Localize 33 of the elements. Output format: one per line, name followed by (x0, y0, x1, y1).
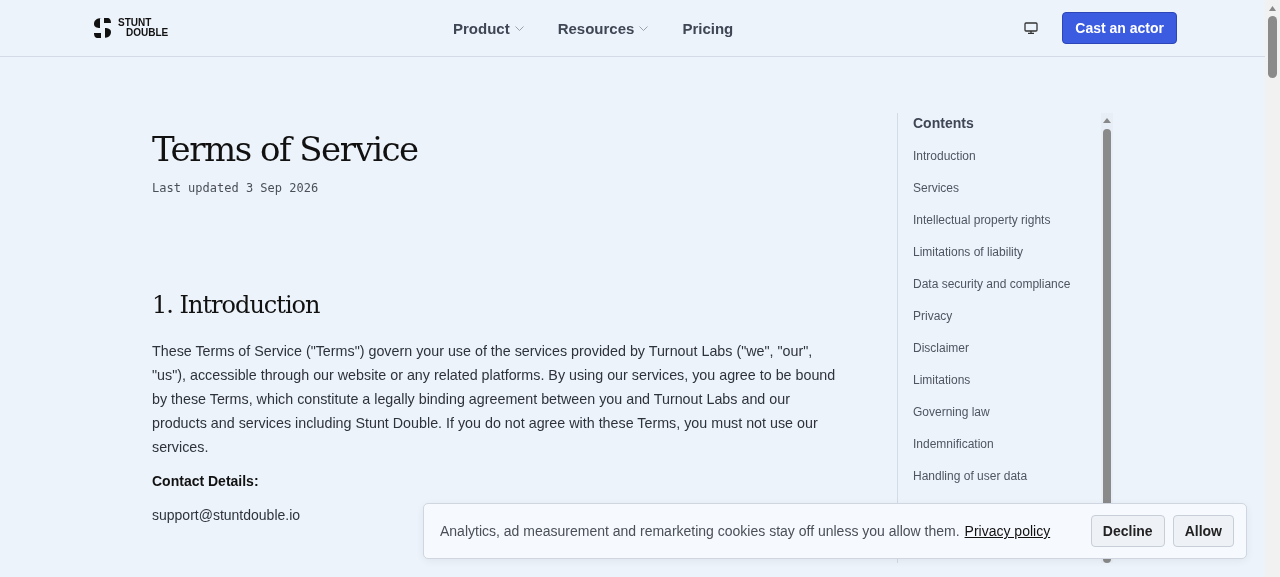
contents-link[interactable]: Governing law (913, 405, 1101, 437)
section-heading: 1. Introduction (152, 291, 321, 319)
cookie-message: Analytics, ad measurement and remarketing cookies stay off unless you allow them. (440, 523, 960, 539)
page-scrollbar[interactable] (1265, 0, 1280, 577)
nav-link[interactable]: Pricing (682, 19, 734, 37)
contents-link[interactable]: Limitations of liability (913, 245, 1101, 277)
logo-text: STUNT (118, 18, 153, 28)
last-updated: Last updated 3 Sep 2026 (152, 181, 320, 195)
monitor-icon[interactable] (1024, 22, 1039, 34)
page-title: Terms of Service (152, 129, 419, 169)
cookie-button[interactable]: Decline (1090, 515, 1165, 547)
chevron-down-icon (514, 25, 524, 31)
contents-link[interactable]: Disclaimer (913, 341, 1101, 373)
contact-label: Contact Details: (152, 473, 260, 489)
contents-link[interactable]: Handling of user data (913, 469, 1101, 501)
logo-icon (93, 18, 112, 38)
contents-link[interactable]: Limitations (913, 373, 1101, 405)
privacy-policy-link[interactable]: Privacy policy (964, 523, 1051, 539)
nav-link[interactable]: Resources (557, 19, 649, 37)
contents-link[interactable]: Data security and compliance (913, 277, 1101, 309)
cast-actor-button[interactable]: Cast an actor (1062, 12, 1177, 44)
contact-email: support@stuntdouble.io (152, 507, 302, 523)
contents-link[interactable]: Intellectual property rights (913, 213, 1101, 245)
contents-title: Contents (913, 114, 975, 133)
cookie-button[interactable]: Allow (1172, 515, 1234, 547)
contents-link[interactable]: Privacy (913, 309, 1101, 341)
nav-link[interactable]: Product (453, 19, 524, 37)
logo-text: DOUBLE (125, 28, 169, 38)
contents-link[interactable]: Introduction (913, 149, 1101, 181)
contents-link[interactable]: Indemnification (913, 437, 1101, 469)
paragraph: These Terms of Service ("Terms") govern your use of the services provided by Turnout Labs ("we", "our", "us"), accessible through our website or any related platforms. By using our services, you agree to be bound by these Terms, which constitute a legally binding agreement between you and Turnout Labs and our products and services including Stunt Double. If you do not agree with these Terms, you must not use our services. (152, 342, 837, 457)
contents-link[interactable]: Services (913, 181, 1101, 213)
chevron-down-icon (639, 25, 649, 31)
